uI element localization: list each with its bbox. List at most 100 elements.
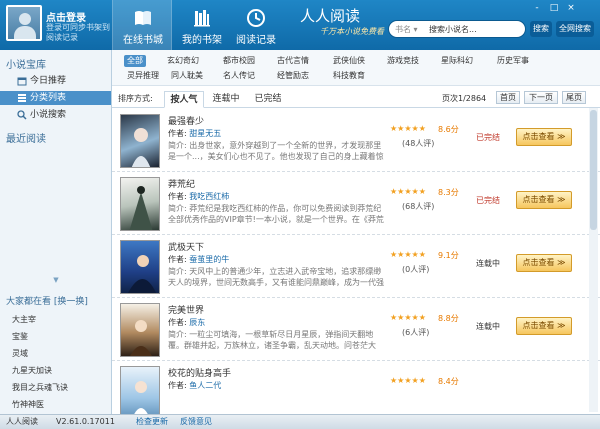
sidebar-item-today[interactable]: 今日推荐 <box>0 74 111 88</box>
main-content: 全部 玄幻奇幻 都市校园 古代言情 武侠仙侠 游戏竞技 星际科幻 历史军事 灵异… <box>112 50 600 414</box>
book-title[interactable]: 莽荒纪 <box>168 177 195 190</box>
version-label: V2.61.0.17011 <box>56 417 115 426</box>
book-title[interactable]: 最强春少 <box>168 114 204 127</box>
book-author: 作者: 鱼人二代 <box>168 380 221 391</box>
book-row: 完美世界 作者: 辰东 简介: 一粒尘可填海，一根草斩尽日月星辰，弹指间天翻地覆… <box>112 299 600 361</box>
search-type-select[interactable]: 书名 ▾ <box>395 24 418 35</box>
category-item[interactable]: 历史军事 <box>494 55 532 67</box>
chevron-down-icon[interactable]: ▼ <box>48 276 64 284</box>
search-button[interactable]: 搜索 <box>530 21 552 37</box>
book-status: 连载中 <box>476 322 500 331</box>
hot-item[interactable]: 九星天加诀 <box>12 365 52 376</box>
user-login-box[interactable]: 点击登录 登录可同步书架到阅读记录 <box>6 5 110 45</box>
category-item[interactable]: 名人传记 <box>220 70 258 82</box>
review-count: (0人评) <box>402 265 430 274</box>
category-item[interactable]: 武侠仙侠 <box>330 55 368 67</box>
book-cover[interactable] <box>120 240 160 294</box>
tab-reading-history[interactable]: 阅读记录 <box>226 0 286 50</box>
book-description: 简介: 莽荒纪是我吃西红柿的作品，你可以免费阅读到莽荒纪全部优秀作品的VIP章节… <box>168 204 384 224</box>
category-item[interactable]: 古代言情 <box>274 55 312 67</box>
category-item[interactable]: 经管励志 <box>274 70 312 82</box>
feedback-link[interactable]: 反馈意见 <box>180 415 212 429</box>
author-name[interactable]: 蚕茧里的牛 <box>189 255 229 264</box>
view-book-button[interactable]: 点击查看 ≫ <box>516 317 572 335</box>
category-all[interactable]: 全部 <box>124 55 146 67</box>
sidebar-section-title: 小说宝库 <box>6 60 46 71</box>
sidebar-item-category-list[interactable]: 分类列表 <box>0 91 111 105</box>
hot-reading-title[interactable]: 大家都在看 [换一换] <box>6 294 88 307</box>
star-rating: ★★★★★ <box>390 250 426 259</box>
sort-tab-popularity[interactable]: 按人气 <box>164 91 204 108</box>
app-name: 人人阅读 <box>6 417 38 426</box>
category-item[interactable]: 都市校园 <box>220 55 258 67</box>
hot-item[interactable]: 竹神神医 <box>12 399 44 410</box>
sidebar-item-label: 今日推荐 <box>30 76 67 86</box>
minimize-button[interactable]: - <box>529 2 545 14</box>
category-item[interactable]: 同人耽美 <box>168 70 206 82</box>
hot-item[interactable]: 我目之兵魂飞诀 <box>12 382 68 393</box>
bookshelf-icon <box>194 10 210 27</box>
category-item[interactable]: 科技教育 <box>330 70 368 82</box>
tab-online-bookstore[interactable]: 在线书城 <box>112 0 172 50</box>
book-score: 9.1分 <box>438 251 459 260</box>
login-link[interactable]: 点击登录 <box>46 9 86 24</box>
search-input[interactable] <box>429 23 519 35</box>
book-score: 8.6分 <box>438 125 459 134</box>
book-score: 8.4分 <box>438 377 459 386</box>
category-item[interactable]: 游戏竞技 <box>384 55 422 67</box>
book-title[interactable]: 武极天下 <box>168 240 204 253</box>
category-item[interactable]: 星际科幻 <box>438 55 476 67</box>
author-name[interactable]: 辰东 <box>189 318 205 327</box>
status-bar: 人人阅读 V2.61.0.17011 检查更新 反馈意见 <box>0 414 600 429</box>
sidebar: 小说宝库 今日推荐 分类列表 小说搜索 最近阅读 ▼ 大家都在看 [换一换] 大… <box>0 50 112 414</box>
author-name[interactable]: 甜星无五 <box>189 129 221 138</box>
close-button[interactable]: × <box>563 2 579 14</box>
sort-label: 排序方式: <box>118 94 153 103</box>
advanced-search-button[interactable]: 全网搜索 <box>556 21 594 37</box>
book-description: 简介: 出身世家，意外穿越到了一个全新的世界，才发现那里是一个...，美女们心也… <box>168 141 384 161</box>
author-name[interactable]: 我吃西红柿 <box>189 192 229 201</box>
book-title[interactable]: 校花的贴身高手 <box>168 366 231 379</box>
author-name[interactable]: 鱼人二代 <box>189 381 221 390</box>
review-count: (48人评) <box>402 139 435 148</box>
sort-tab-ongoing[interactable]: 连载中 <box>206 91 246 108</box>
check-update-link[interactable]: 检查更新 <box>136 415 168 429</box>
brand-slogan: 千万本小说免费看 <box>320 27 384 36</box>
category-item[interactable]: 灵异推理 <box>124 70 162 82</box>
category-item[interactable]: 玄幻奇幻 <box>164 55 202 67</box>
star-rating: ★★★★★ <box>390 376 426 385</box>
tab-my-bookshelf[interactable]: 我的书架 <box>172 0 232 50</box>
book-author: 作者: 我吃西红柿 <box>168 191 229 202</box>
first-page-button[interactable]: 首页 <box>496 91 520 104</box>
star-rating: ★★★★★ <box>390 187 426 196</box>
content-scrollbar[interactable] <box>589 108 598 412</box>
search-box: 书名 ▾ <box>388 20 526 38</box>
view-book-button[interactable]: 点击查看 ≫ <box>516 128 572 146</box>
book-author: 作者: 辰东 <box>168 317 205 328</box>
hot-item[interactable]: 大主宰 <box>12 314 36 325</box>
author-label: 作者: <box>168 255 187 264</box>
hot-item[interactable]: 宝鉴 <box>12 331 28 342</box>
sort-tab-completed[interactable]: 已完结 <box>248 91 288 108</box>
star-rating: ★★★★★ <box>390 313 426 322</box>
sidebar-item-search[interactable]: 小说搜索 <box>0 108 111 122</box>
book-title[interactable]: 完美世界 <box>168 303 204 316</box>
search-icon <box>17 110 27 120</box>
maximize-button[interactable]: □ <box>546 2 562 14</box>
view-book-button[interactable]: 点击查看 ≫ <box>516 191 572 209</box>
hot-item[interactable]: 灵域 <box>12 348 28 359</box>
last-page-button[interactable]: 尾页 <box>562 91 586 104</box>
book-cover[interactable] <box>120 114 160 168</box>
star-rating: ★★★★★ <box>390 124 426 133</box>
book-cover[interactable] <box>120 303 160 357</box>
login-hint: 登录可同步书架到阅读记录 <box>46 23 110 42</box>
avatar[interactable] <box>6 5 42 41</box>
book-cover[interactable] <box>120 177 160 231</box>
book-cover[interactable] <box>120 366 160 414</box>
view-book-button[interactable]: 点击查看 ≫ <box>516 254 572 272</box>
book-description: 简介: 天风中上的普通少年，立志进入武帝宝地，追求那缥缈天人的境界，世间无数高手… <box>168 267 384 287</box>
next-page-button[interactable]: 下一页 <box>524 91 558 104</box>
header-bar: 点击登录 登录可同步书架到阅读记录 在线书城 我的书架 阅读记录 人人阅读 千万… <box>0 0 600 50</box>
review-count: (68人评) <box>402 202 435 211</box>
scrollbar-thumb[interactable] <box>590 110 597 230</box>
